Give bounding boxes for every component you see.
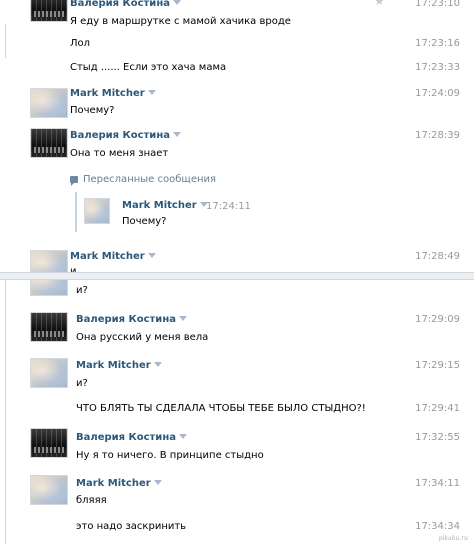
sender-name[interactable]: Валерия Костина: [70, 0, 181, 9]
message-text: Я еду в маршрутке с мамой хачика вроде: [70, 16, 291, 27]
message-text: Она то меня знает: [70, 148, 169, 159]
message-time: 17:34:34: [415, 521, 460, 532]
sender-name-text[interactable]: Валерия Костина: [76, 314, 176, 325]
chevron-down-icon[interactable]: [178, 434, 187, 439]
message-time: 17:24:09: [415, 88, 460, 99]
avatar-mark[interactable]: [30, 280, 68, 296]
forward-quote-bar: [75, 192, 77, 232]
message-time: 17:29:09: [415, 314, 460, 325]
sender-name[interactable]: Валерия Костина: [70, 130, 181, 141]
sender-name[interactable]: Валерия Костина: [76, 432, 187, 443]
message-time: 17:23:16: [415, 38, 460, 49]
message-text: это надо заскринить: [76, 521, 187, 532]
message-text: и?: [76, 285, 88, 296]
forwarded-label[interactable]: Пересланные сообщения: [83, 174, 216, 185]
message-time: 17:29:41: [415, 403, 460, 414]
message-text: Она русский у меня вела: [76, 332, 209, 343]
avatar-valeria[interactable]: [30, 312, 68, 342]
chevron-down-icon[interactable]: [172, 0, 181, 5]
avatar-mark[interactable]: [30, 88, 68, 118]
avatar-valeria[interactable]: [30, 428, 68, 458]
chevron-down-icon[interactable]: [153, 362, 162, 367]
avatar-mark[interactable]: [30, 475, 68, 505]
forwarded-time: 17:24:11: [206, 201, 251, 212]
star-icon[interactable]: ★: [374, 0, 385, 8]
chevron-down-icon[interactable]: [178, 316, 187, 321]
sender-name[interactable]: Mark Mitcher: [76, 360, 162, 371]
forward-icon: [70, 176, 78, 186]
message-text: ЧТО БЛЯТЬ ТЫ СДЕЛАЛА ЧТОБЫ ТЕБЕ БЫЛО СТЫ…: [76, 403, 366, 414]
chat-panel-bottom: и? Валерия Костина 17:29:09 Она русский …: [0, 280, 474, 544]
chevron-down-icon[interactable]: [147, 90, 156, 95]
chevron-down-icon[interactable]: [172, 132, 181, 137]
message-time: 17:29:15: [415, 360, 460, 371]
screenshot-separator: [0, 272, 474, 280]
avatar-mark[interactable]: [30, 250, 68, 272]
sender-name-text[interactable]: Валерия Костина: [76, 432, 176, 443]
sender-name-text[interactable]: Mark Mitcher: [70, 251, 145, 262]
sender-name[interactable]: Mark Mitcher: [70, 88, 156, 99]
sender-name[interactable]: Mark Mitcher: [76, 478, 162, 489]
sender-name-text[interactable]: Валерия Костина: [70, 130, 170, 141]
sender-name[interactable]: Mark Mitcher: [70, 251, 156, 262]
message-time: 17:28:49: [415, 251, 460, 262]
chat-panel-top: Валерия Костина ★ 17:23:10 Я еду в маршр…: [0, 0, 474, 272]
avatar-valeria[interactable]: [30, 128, 68, 158]
message-text: Стыд ...... Если это хача мама: [70, 62, 227, 73]
avatar-valeria[interactable]: [30, 0, 68, 22]
sender-name-text[interactable]: Mark Mitcher: [122, 200, 197, 211]
message-text: бляяя: [76, 495, 107, 506]
avatar-mark[interactable]: [30, 358, 68, 388]
chevron-down-icon[interactable]: [153, 480, 162, 485]
message-text: Почему?: [70, 105, 115, 116]
chevron-down-icon[interactable]: [147, 253, 156, 258]
sender-name-text[interactable]: Mark Mitcher: [70, 88, 145, 99]
message-text: и?: [76, 378, 88, 389]
sender-name[interactable]: Mark Mitcher: [122, 200, 208, 211]
message-time: 17:28:39: [415, 130, 460, 141]
panel-edge-line: [0, 24, 6, 58]
message-text: Ну я то ничего. В принципе стыдно: [76, 450, 264, 461]
message-time: 17:32:55: [415, 432, 460, 443]
panel-edge-line: [0, 280, 6, 544]
watermark: pikabu.ru: [438, 535, 468, 542]
sender-name-text[interactable]: Валерия Костина: [70, 0, 170, 9]
message-time: 17:23:33: [415, 62, 460, 73]
message-text: Лол: [70, 38, 91, 49]
avatar-mark[interactable]: [84, 198, 110, 224]
forwarded-text: Почему?: [122, 216, 167, 227]
message-time: 17:34:11: [415, 478, 460, 489]
sender-name[interactable]: Валерия Костина: [76, 314, 187, 325]
message-time: 17:23:10: [415, 0, 460, 9]
sender-name-text[interactable]: Mark Mitcher: [76, 478, 151, 489]
sender-name-text[interactable]: Mark Mitcher: [76, 360, 151, 371]
